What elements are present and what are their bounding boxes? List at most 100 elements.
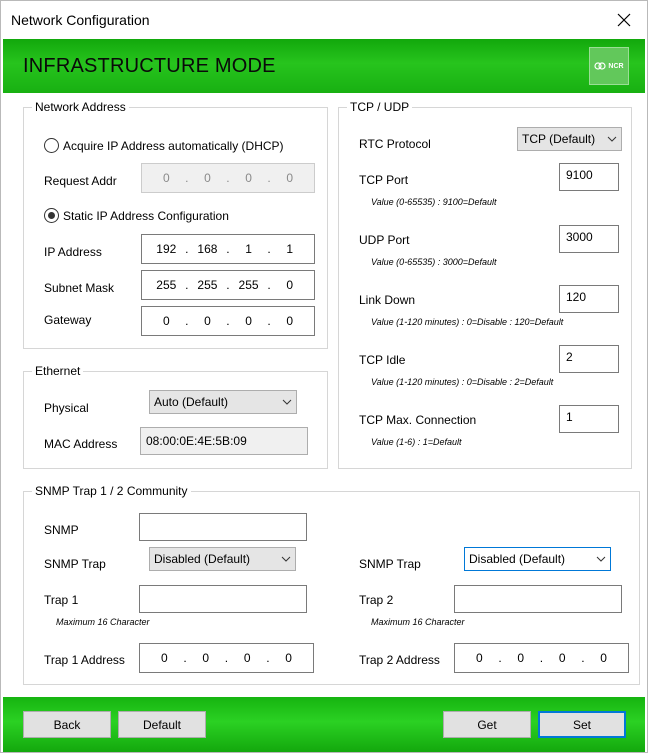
trap1-octet-3: 0 [243, 651, 251, 665]
trap2-octet-4: 0 [600, 651, 607, 665]
trap2-octet-1: 0 [476, 651, 483, 665]
window-title: Network Configuration [11, 12, 150, 28]
trap1-hint: Maximum 16 Character [56, 617, 150, 627]
trap1-input[interactable] [139, 585, 307, 613]
static-ip-radio-circle [44, 208, 59, 223]
dot: . [185, 242, 189, 256]
snmp-trap-right-select[interactable]: Disabled (Default) [464, 547, 611, 571]
get-button[interactable]: Get [443, 711, 531, 738]
snmp-legend: SNMP Trap 1 / 2 Community [32, 484, 191, 498]
physical-select-value: Auto (Default) [154, 395, 229, 409]
network-address-group: Network Address Acquire IP Address autom… [23, 100, 328, 349]
dot: . [185, 278, 189, 292]
dot: . [267, 314, 271, 328]
mac-address-value: 08:00:0E:4E:5B:09 [146, 434, 247, 448]
ncr-logo-text: NCR [608, 62, 624, 70]
ip-octet-3: 1 [245, 242, 252, 256]
chevron-down-icon [607, 134, 617, 144]
trap2-address-field[interactable]: 0. 0. 0. 0 [454, 643, 629, 673]
dot: . [226, 171, 230, 185]
tcp-udp-group: TCP / UDP RTC Protocol TCP (Default) TCP… [338, 100, 632, 469]
trap2-address-label: Trap 2 Address [359, 653, 440, 667]
ethernet-group: Ethernet Physical Auto (Default) MAC Add… [23, 364, 328, 469]
request-addr-field[interactable]: 0. 0. 0. 0 [141, 163, 315, 193]
gateway-octet-2: 0 [204, 314, 211, 328]
chevron-down-icon [596, 554, 606, 564]
trap2-hint: Maximum 16 Character [371, 617, 465, 627]
subnet-mask-label: Subnet Mask [44, 281, 115, 295]
gateway-label: Gateway [44, 313, 92, 327]
subnet-mask-field[interactable]: 255. 255. 255. 0 [141, 270, 315, 300]
link-down-label: Link Down [359, 293, 416, 307]
trap1-octet-2: 0 [202, 651, 210, 665]
trap1-label: Trap 1 [44, 593, 79, 607]
link-down-input[interactable]: 120 [559, 285, 619, 313]
mode-banner: INFRASTRUCTURE MODE NCR [3, 39, 645, 93]
rtc-protocol-label: RTC Protocol [359, 137, 431, 151]
trap2-label: Trap 2 [359, 593, 394, 607]
dhcp-radio[interactable]: Acquire IP Address automatically (DHCP) [44, 138, 284, 153]
request-addr-octet-1: 0 [162, 171, 170, 185]
close-button[interactable] [609, 7, 639, 33]
udp-port-input[interactable]: 3000 [559, 225, 619, 253]
dot: . [267, 171, 271, 185]
tcp-max-connection-label: TCP Max. Connection [359, 413, 477, 427]
mac-address-label: MAC Address [44, 437, 118, 451]
network-address-legend: Network Address [32, 100, 129, 114]
request-addr-label: Request Addr [44, 174, 117, 188]
ethernet-legend: Ethernet [32, 364, 84, 378]
chevron-down-icon [282, 397, 292, 407]
snmp-trap-left-value: Disabled (Default) [154, 552, 251, 566]
static-ip-radio[interactable]: Static IP Address Configuration [44, 208, 229, 223]
snmp-group: SNMP Trap 1 / 2 Community SNMP SNMP Trap… [23, 484, 640, 685]
physical-select[interactable]: Auto (Default) [149, 390, 297, 414]
rtc-protocol-select[interactable]: TCP (Default) [517, 127, 622, 151]
tcp-port-input[interactable]: 9100 [559, 163, 619, 191]
link-down-hint: Value (1-120 minutes) : 0=Disable : 120=… [371, 317, 564, 327]
chevron-down-icon [281, 554, 291, 564]
trap1-octet-1: 0 [161, 651, 168, 665]
content-area: Network Address Acquire IP Address autom… [3, 93, 645, 697]
dot: . [183, 651, 187, 665]
tcp-max-connection-value: 1 [566, 410, 573, 424]
tcp-idle-hint: Value (1-120 minutes) : 0=Disable : 2=De… [371, 377, 554, 387]
snmp-trap-left-select[interactable]: Disabled (Default) [149, 547, 296, 571]
ip-address-field[interactable]: 192. 168. 1. 1 [141, 234, 315, 264]
gateway-octet-3: 0 [245, 314, 252, 328]
snmp-label: SNMP [44, 523, 79, 537]
physical-label: Physical [44, 401, 89, 415]
static-ip-radio-label: Static IP Address Configuration [63, 208, 229, 223]
subnet-octet-3: 255 [238, 278, 259, 292]
snmp-community-input[interactable] [139, 513, 307, 541]
subnet-octet-1: 255 [156, 278, 177, 292]
dot: . [267, 242, 271, 256]
tcp-port-value: 9100 [566, 168, 593, 182]
dot: . [266, 651, 270, 665]
mac-address-field[interactable]: 08:00:0E:4E:5B:09 [140, 427, 308, 455]
trap2-input[interactable] [454, 585, 622, 613]
dot: . [226, 242, 230, 256]
tcp-max-connection-input[interactable]: 1 [559, 405, 619, 433]
mode-title: INFRASTRUCTURE MODE [23, 55, 276, 77]
tcp-idle-input[interactable]: 2 [559, 345, 619, 373]
trap1-address-field[interactable]: 0. 0. 0. 0 [139, 643, 314, 673]
ncr-logo: NCR [589, 47, 629, 85]
set-button[interactable]: Set [538, 711, 626, 738]
dot: . [226, 278, 230, 292]
dot: . [498, 651, 502, 665]
subnet-octet-4: 0 [286, 278, 293, 292]
link-down-value: 120 [566, 290, 587, 304]
default-button[interactable]: Default [118, 711, 206, 738]
ip-octet-1: 192 [156, 242, 177, 256]
tcp-udp-legend: TCP / UDP [347, 100, 413, 114]
snmp-trap-right-label: SNMP Trap [359, 557, 421, 571]
ip-address-label: IP Address [44, 245, 102, 259]
gateway-field[interactable]: 0. 0. 0. 0 [141, 306, 315, 336]
dot: . [267, 278, 271, 292]
gateway-octet-1: 0 [162, 314, 170, 328]
footer-bar: Back Default Get Set [3, 697, 645, 752]
dot: . [185, 314, 189, 328]
ncr-logo-icon [594, 62, 607, 70]
network-configuration-window: Network Configuration INFRASTRUCTURE MOD… [0, 0, 648, 753]
back-button[interactable]: Back [23, 711, 111, 738]
